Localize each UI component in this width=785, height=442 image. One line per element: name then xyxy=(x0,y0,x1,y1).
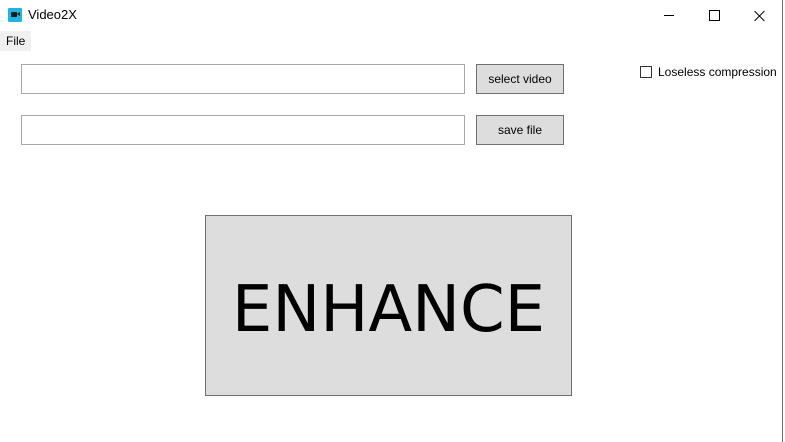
video-camera-icon xyxy=(8,8,22,22)
menu-bar: File xyxy=(0,31,782,51)
title-bar[interactable]: Video2X xyxy=(0,0,782,31)
close-button[interactable] xyxy=(737,0,783,31)
save-path-input[interactable] xyxy=(21,115,465,145)
menu-item-file[interactable]: File xyxy=(0,31,32,51)
maximize-button[interactable] xyxy=(691,0,737,31)
minimize-button[interactable] xyxy=(646,0,692,31)
save-file-button[interactable]: save file xyxy=(476,115,564,145)
lossless-compression-checkbox[interactable] xyxy=(640,66,652,78)
camera-lens xyxy=(17,12,20,16)
lossless-compression-option[interactable]: Loseless compression xyxy=(640,64,777,80)
close-icon xyxy=(754,10,766,22)
enhance-button[interactable]: ENHANCE xyxy=(205,215,572,396)
maximize-icon xyxy=(708,10,720,21)
lossless-compression-label: Loseless compression xyxy=(658,65,777,79)
select-video-button[interactable]: select video xyxy=(476,64,564,94)
video-path-input[interactable] xyxy=(21,64,465,94)
window-title: Video2X xyxy=(28,7,77,22)
app-window: Video2X File select video save file Lose… xyxy=(0,0,783,442)
minimize-icon xyxy=(664,15,674,16)
